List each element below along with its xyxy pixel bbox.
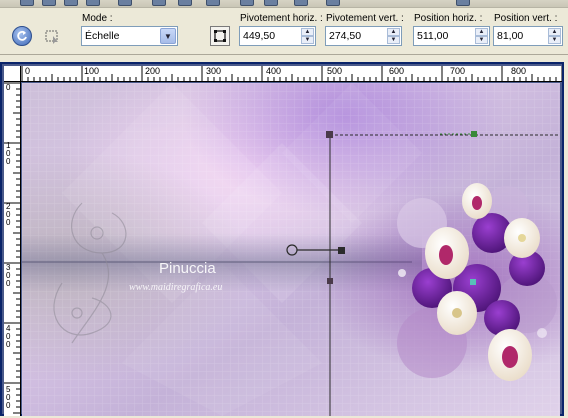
ruler-h-label: 600 <box>389 66 405 76</box>
reset-button[interactable] <box>12 26 32 46</box>
pos-v-label: Position vert. : <box>494 13 558 24</box>
new-file-icon[interactable] <box>20 0 34 6</box>
cut-icon[interactable] <box>152 0 166 6</box>
reset-icon <box>17 30 27 41</box>
canvas-artwork: Pinuccia www.maidiregrafica.eu <box>22 83 560 416</box>
watermark-url: www.maidiregrafica.eu <box>129 282 222 293</box>
pivot-h-label: Pivotement horiz. : <box>240 13 323 24</box>
workspace: 0 100 200 300 400 500 600 700 800 0 100 … <box>0 56 568 418</box>
pos-v-value: 81,00 <box>497 30 524 42</box>
zoom-out-icon[interactable] <box>456 0 470 6</box>
ruler-v-label: 0 <box>6 83 11 92</box>
pivot-v-label: Pivotement vert. : <box>326 13 404 24</box>
pivot-h-value: 449,50 <box>243 30 276 42</box>
undo-icon[interactable] <box>240 0 254 6</box>
ruler-h-label: 0 <box>25 66 31 76</box>
corner-handle[interactable] <box>326 131 333 138</box>
ruler-h-label: 200 <box>145 66 161 76</box>
mode-value: Échelle <box>85 30 120 42</box>
top-toolbar <box>0 0 568 8</box>
image-canvas[interactable]: Pinuccia www.maidiregrafica.eu <box>22 83 560 416</box>
side-handle[interactable] <box>327 278 333 284</box>
horizontal-ruler[interactable]: 0 100 200 300 400 500 600 700 800 <box>21 66 562 82</box>
paste-icon[interactable] <box>206 0 220 6</box>
save-icon[interactable] <box>64 0 78 6</box>
spin-down-icon[interactable]: ▼ <box>475 36 488 44</box>
pos-h-input[interactable]: 511,00 ▲ ▼ <box>413 26 490 46</box>
ruler-h-label: 500 <box>327 66 343 76</box>
print-icon[interactable] <box>86 0 100 6</box>
watermark-title: Pinuccia <box>159 260 216 277</box>
ruler-corner <box>4 66 21 82</box>
open-file-icon[interactable] <box>42 0 56 6</box>
top-handle[interactable] <box>471 131 477 137</box>
copy-icon[interactable] <box>178 0 192 6</box>
ruler-h-label: 100 <box>84 66 100 76</box>
help-icon[interactable] <box>294 0 308 6</box>
pivot-v-value: 274,50 <box>329 30 362 42</box>
vertical-ruler-ticks <box>4 82 20 414</box>
spin-up-icon[interactable]: ▲ <box>548 28 561 36</box>
spin-down-icon[interactable]: ▼ <box>301 36 314 44</box>
spin-up-icon[interactable]: ▲ <box>387 28 400 36</box>
pos-v-input[interactable]: 81,00 ▲ ▼ <box>493 26 563 46</box>
pos-h-value: 511,00 <box>417 30 449 42</box>
ruler-v-label: 500 <box>6 385 11 410</box>
spin-down-icon[interactable]: ▼ <box>548 36 561 44</box>
selection-tool-icon <box>45 30 58 44</box>
mode-label: Mode : <box>82 13 113 24</box>
ruler-v-label: 100 <box>6 141 11 166</box>
redo-icon[interactable] <box>264 0 278 6</box>
deform-mode-button[interactable] <box>210 26 230 46</box>
ruler-h-label: 700 <box>450 66 466 76</box>
spin-up-icon[interactable]: ▲ <box>475 28 488 36</box>
center-handle[interactable] <box>470 279 476 285</box>
chevron-down-icon[interactable]: ▼ <box>160 28 176 44</box>
spin-up-icon[interactable]: ▲ <box>301 28 314 36</box>
pivot-v-input[interactable]: 274,50 ▲ ▼ <box>325 26 402 46</box>
ruler-v-label: 400 <box>6 324 11 349</box>
selection-tool-button[interactable] <box>42 26 62 46</box>
rotation-handle[interactable] <box>338 247 345 254</box>
ruler-h-label: 800 <box>511 66 527 76</box>
scan-icon[interactable] <box>118 0 132 6</box>
zoom-in-icon[interactable] <box>326 0 340 6</box>
ruler-h-label: 400 <box>266 66 282 76</box>
ruler-h-label: 300 <box>206 66 222 76</box>
tool-options-bar: Mode : Échelle ▼ Pivotement horiz. : 449… <box>0 9 568 55</box>
vertical-ruler[interactable]: 0 100 200 300 400 500 <box>4 82 21 416</box>
ruler-v-label: 200 <box>6 202 11 227</box>
deform-icon <box>214 30 226 42</box>
pos-h-label: Position horiz. : <box>414 13 483 24</box>
pivot-h-input[interactable]: 449,50 ▲ ▼ <box>239 26 316 46</box>
ruler-v-label: 300 <box>6 263 11 288</box>
image-window: 0 100 200 300 400 500 600 700 800 0 100 … <box>0 62 564 416</box>
spin-down-icon[interactable]: ▼ <box>387 36 400 44</box>
mode-select[interactable]: Échelle ▼ <box>81 26 178 46</box>
horizontal-ruler-ticks <box>21 66 562 81</box>
